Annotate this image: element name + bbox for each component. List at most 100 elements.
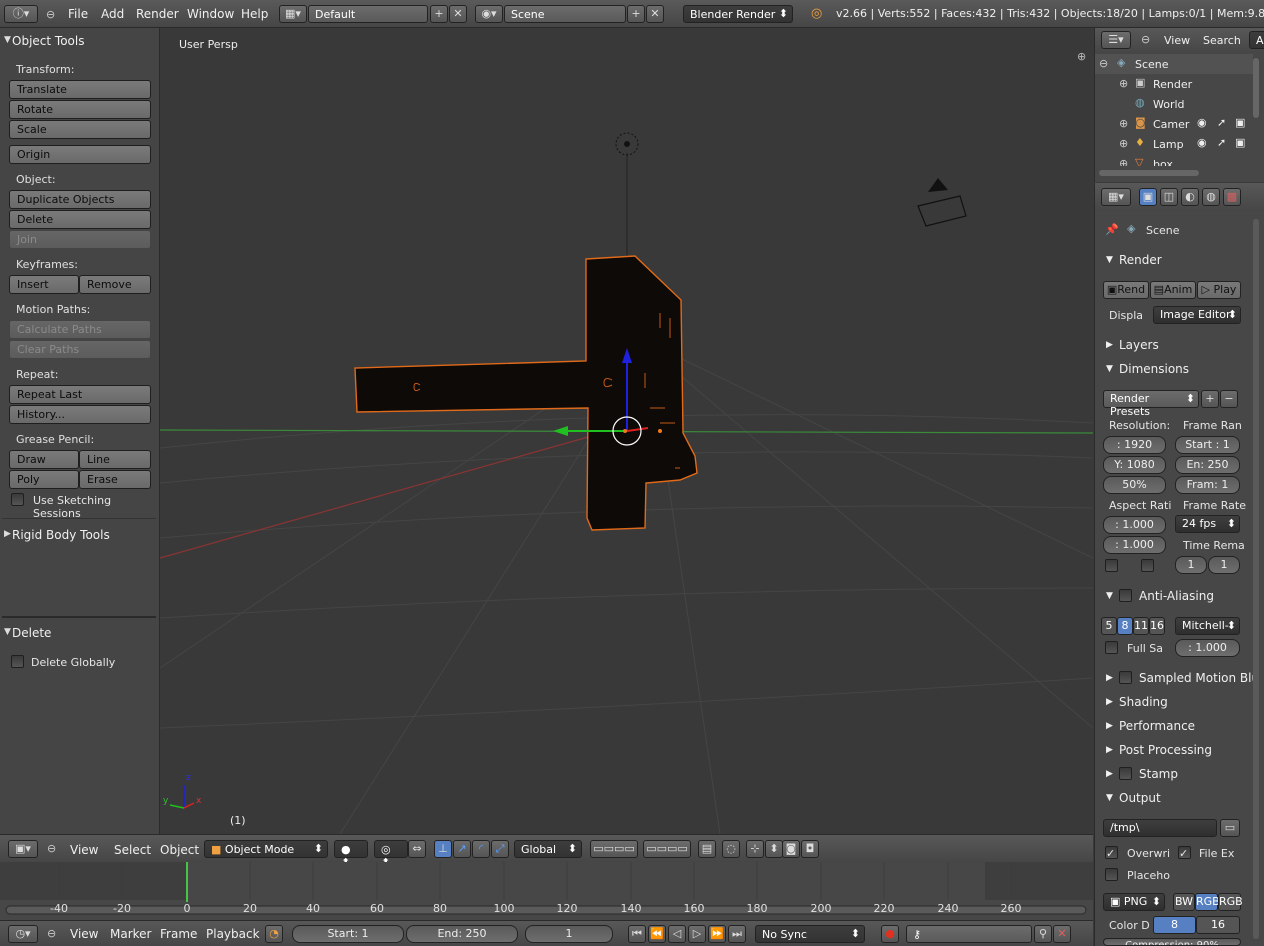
clear-paths-button[interactable]: Clear Paths: [9, 340, 151, 359]
layers-panel-header[interactable]: ▶ Layers: [1099, 334, 1247, 356]
placeholders-checkbox[interactable]: [1105, 868, 1118, 881]
orientation-dropdown[interactable]: Global ⬍: [514, 840, 582, 858]
menu-window[interactable]: Window: [187, 7, 234, 21]
frame-start-field[interactable]: Start : 1: [1175, 436, 1240, 454]
current-frame-field[interactable]: 1: [525, 925, 613, 943]
performance-panel-header[interactable]: ▶ Performance: [1099, 715, 1247, 737]
outliner-row-lamp[interactable]: ⊕ ♦ Lamp ◉ ➚ ▣: [1095, 134, 1253, 154]
translate-button[interactable]: Translate: [9, 80, 151, 99]
sync-dropdown[interactable]: No Sync ⬍: [755, 925, 865, 943]
anti-aliasing-checkbox[interactable]: [1119, 589, 1132, 602]
selectable-cursor-icon[interactable]: ➚: [1217, 116, 1226, 129]
editor-type-icon[interactable]: ▣▾: [8, 840, 38, 858]
lock-layers-icon[interactable]: ▤: [698, 840, 716, 858]
full-sample-checkbox[interactable]: [1105, 641, 1118, 654]
end-frame-field[interactable]: End: 250: [406, 925, 518, 943]
pivot-point-dropdown[interactable]: ◎ ⬍: [374, 840, 408, 869]
remove-preset-icon[interactable]: −: [1220, 390, 1238, 408]
insert-keyframe-button[interactable]: Insert: [9, 275, 79, 294]
timeline-view-menu[interactable]: View: [70, 927, 98, 941]
color-bw-button[interactable]: BW: [1173, 893, 1195, 911]
texture-context-icon[interactable]: ▩: [1223, 188, 1241, 206]
record-icon[interactable]: ●: [881, 925, 899, 943]
frame-rate-dropdown[interactable]: 24 fps ⬍: [1175, 515, 1240, 533]
play-animation-button[interactable]: ▷ Play: [1197, 281, 1241, 299]
dimensions-panel-header[interactable]: ▼ Dimensions: [1099, 358, 1247, 380]
outliner-editor-type-icon[interactable]: ☰▾: [1101, 31, 1131, 49]
scene-context-icon[interactable]: ◐: [1181, 188, 1199, 206]
render-context-icon[interactable]: ▣: [1139, 188, 1157, 206]
menu-add[interactable]: Add: [101, 7, 124, 21]
color-rgba-button[interactable]: RGB: [1218, 893, 1243, 911]
outliner-row-world[interactable]: ◍ World: [1095, 94, 1253, 114]
origin-button[interactable]: Origin: [9, 145, 151, 164]
draw-button[interactable]: Draw: [9, 450, 79, 469]
outliner-row-render[interactable]: ⊕ ▣ Render: [1095, 74, 1253, 94]
collapse-toggle-icon[interactable]: ⊖: [1099, 57, 1108, 70]
file-extensions-checkbox[interactable]: ✓: [1178, 846, 1191, 860]
renderable-camera-icon[interactable]: ▣: [1235, 136, 1245, 149]
select-menu[interactable]: Select: [114, 843, 151, 857]
render-opengl-icon[interactable]: ◙: [782, 840, 800, 858]
line-button[interactable]: Line: [79, 450, 151, 469]
add-scene-icon[interactable]: +: [627, 5, 645, 23]
move-manipulator-icon[interactable]: ↗: [453, 840, 471, 858]
overwrite-checkbox[interactable]: ✓: [1105, 846, 1118, 860]
motion-blur-checkbox[interactable]: [1119, 671, 1132, 684]
keying-set-field[interactable]: ⚷: [906, 925, 1032, 943]
output-panel-header[interactable]: ▼ Output: [1099, 787, 1247, 809]
calculate-paths-button[interactable]: Calculate Paths: [9, 320, 151, 339]
repeat-last-button[interactable]: Repeat Last: [9, 385, 151, 404]
aa-filter-dropdown[interactable]: Mitchell- ⬍: [1175, 617, 1240, 635]
preview-range-icon[interactable]: ◔: [265, 925, 283, 943]
menu-render[interactable]: Render: [136, 7, 179, 21]
scene-field[interactable]: Scene: [504, 5, 626, 23]
poly-button[interactable]: Poly: [9, 470, 79, 489]
frame-step-field[interactable]: Fram: 1: [1175, 476, 1240, 494]
delete-keyframe-icon[interactable]: ✕: [1053, 925, 1071, 943]
resolution-x-field[interactable]: : 1920: [1103, 436, 1166, 454]
resolution-y-field[interactable]: Y: 1080: [1103, 456, 1166, 474]
aa-samples-11[interactable]: 11: [1133, 617, 1149, 635]
translate-manipulator-icon[interactable]: ⊥: [434, 840, 452, 858]
object-tools-panel-header[interactable]: ▼ Object Tools: [0, 30, 158, 52]
render-anim-opengl-icon[interactable]: ◘: [801, 840, 819, 858]
outliner-search-menu[interactable]: Search: [1203, 34, 1241, 47]
add-preset-icon[interactable]: +: [1201, 390, 1219, 408]
manipulator-toggle-icon[interactable]: ⇔: [408, 840, 426, 858]
history-button[interactable]: History...: [9, 405, 151, 424]
display-mode-dropdown[interactable]: A: [1249, 31, 1264, 49]
use-sketching-checkbox[interactable]: [11, 493, 24, 506]
camera-object[interactable]: [917, 178, 967, 227]
join-button[interactable]: Join: [9, 230, 151, 249]
remove-scene-icon[interactable]: ✕: [646, 5, 664, 23]
renderable-camera-icon[interactable]: ▣: [1235, 116, 1245, 129]
scale-button[interactable]: Scale: [9, 120, 151, 139]
crop-checkbox[interactable]: [1141, 559, 1154, 572]
snap-element-icon[interactable]: ⬍: [765, 840, 783, 858]
erase-button[interactable]: Erase: [79, 470, 151, 489]
outliner-row-box[interactable]: ⊕ ▽ box: [1095, 154, 1253, 166]
aa-samples-8[interactable]: 8: [1117, 617, 1133, 635]
aspect-y-field[interactable]: : 1.000: [1103, 536, 1166, 554]
anti-aliasing-panel-header[interactable]: ▼ Anti-Aliasing: [1099, 585, 1247, 607]
timeline-editor-type-icon[interactable]: ◷▾: [8, 925, 38, 943]
aa-samples-5[interactable]: 5: [1101, 617, 1117, 635]
snap-toggle-icon[interactable]: ⊹: [746, 840, 764, 858]
play-reverse-icon[interactable]: ◁: [668, 925, 686, 943]
menu-file[interactable]: File: [68, 7, 88, 21]
menu-help[interactable]: Help: [241, 7, 268, 21]
layers-grid-1[interactable]: ▭▭▭▭: [590, 840, 638, 858]
timeline-area[interactable]: -40 -20 0 20 40 60 80 100 120 140 160 18…: [0, 862, 1093, 920]
timeline-scrollbar[interactable]: [5, 905, 1087, 915]
jump-start-icon[interactable]: ⏮: [628, 925, 646, 943]
visibility-eye-icon[interactable]: ◉: [1197, 116, 1207, 129]
delete-operator-panel-header[interactable]: ▼ Delete: [0, 622, 158, 644]
outliner-row-scene[interactable]: ⊖ ◈ Scene: [1095, 54, 1253, 74]
scene-icon[interactable]: ◉▾: [475, 5, 503, 23]
screen-layout-icon[interactable]: ▦▾: [279, 5, 307, 23]
display-dropdown[interactable]: Image Editor ⬍: [1153, 306, 1241, 324]
jump-next-key-icon[interactable]: ⏩: [708, 925, 726, 943]
render-panel-header[interactable]: ▼ Render: [1099, 249, 1247, 271]
collapse-menu-icon[interactable]: ⊖: [47, 927, 56, 940]
